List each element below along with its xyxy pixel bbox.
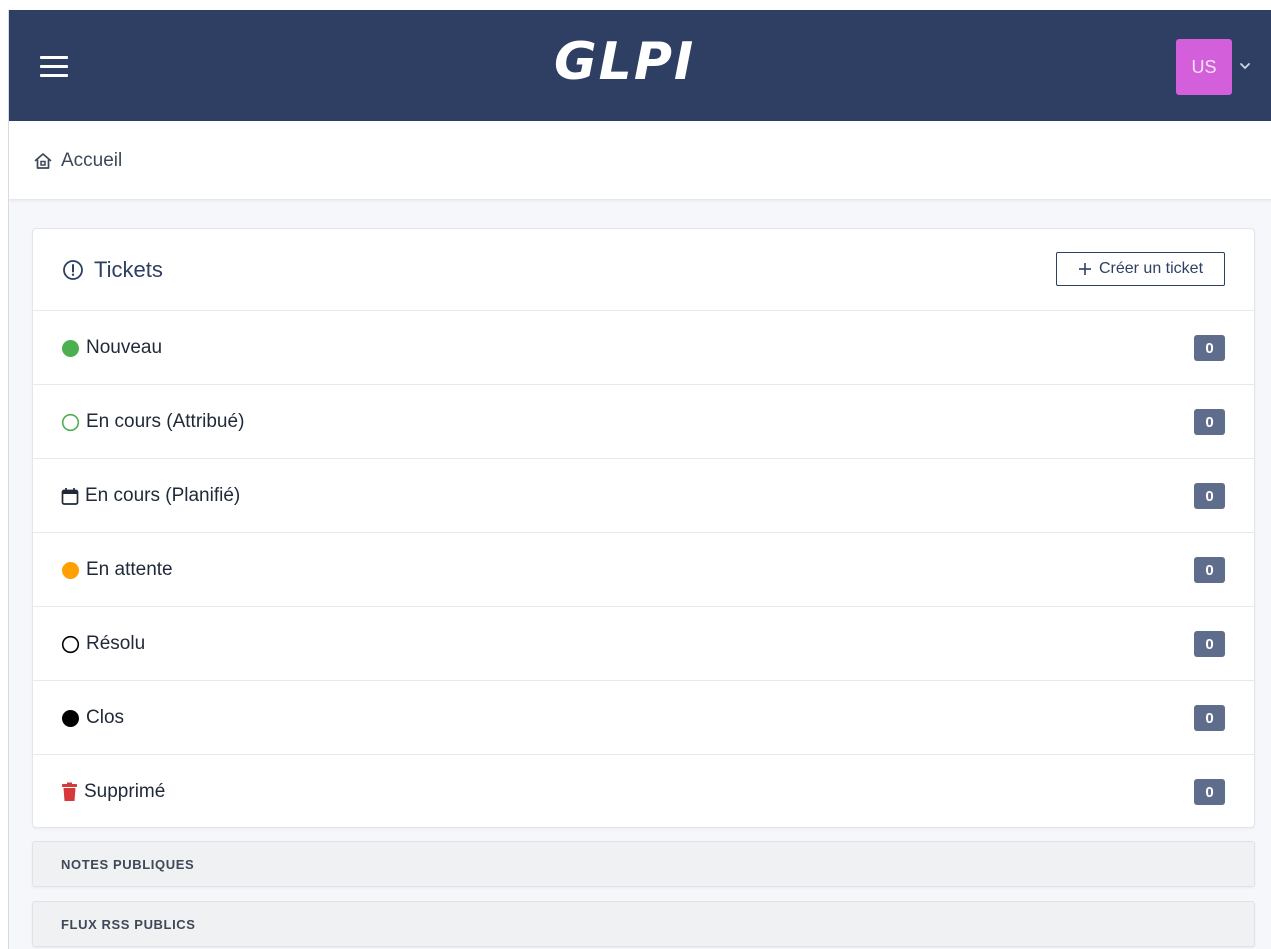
exclamation-circle-icon bbox=[63, 260, 83, 280]
status-count-badge: 0 bbox=[1194, 631, 1225, 657]
filled-black-circle-icon bbox=[62, 709, 79, 727]
status-count-badge: 0 bbox=[1194, 705, 1225, 731]
chevron-down-icon bbox=[1240, 63, 1250, 70]
public-rss-feeds-section[interactable]: FLUX RSS PUBLICS bbox=[32, 901, 1255, 947]
ticket-status-row-new[interactable]: Nouveau 0 bbox=[33, 311, 1254, 385]
status-count-badge: 0 bbox=[1194, 409, 1225, 435]
status-count-badge: 0 bbox=[1194, 557, 1225, 583]
ticket-status-row-pending[interactable]: En attente 0 bbox=[33, 533, 1254, 607]
status-label: Résolu bbox=[86, 633, 146, 654]
create-ticket-label: Créer un ticket bbox=[1098, 260, 1204, 277]
top-strip bbox=[0, 0, 1271, 10]
create-ticket-button[interactable]: Créer un ticket bbox=[1056, 252, 1225, 286]
filled-green-circle-icon bbox=[62, 339, 79, 357]
calendar-icon bbox=[61, 487, 79, 505]
ticket-status-row-solved[interactable]: Résolu 0 bbox=[33, 607, 1254, 681]
status-label: En cours (Attribué) bbox=[86, 411, 245, 432]
ticket-status-row-deleted[interactable]: Supprimé 0 bbox=[33, 755, 1254, 829]
filled-orange-circle-icon bbox=[62, 561, 79, 579]
home-icon bbox=[34, 153, 52, 169]
user-menu[interactable]: US bbox=[1176, 39, 1256, 95]
trash-icon bbox=[62, 782, 77, 801]
menu-toggle-button[interactable] bbox=[40, 54, 70, 80]
top-navbar: GLPI US bbox=[9, 10, 1271, 121]
ticket-status-row-closed[interactable]: Clos 0 bbox=[33, 681, 1254, 755]
tickets-card-header: Tickets Créer un ticket bbox=[33, 229, 1254, 311]
row-label-group: Nouveau bbox=[61, 335, 162, 361]
status-label: Supprimé bbox=[84, 781, 166, 802]
row-label-group: Résolu bbox=[61, 631, 145, 657]
hamburger-line bbox=[40, 65, 68, 68]
status-label: En attente bbox=[86, 559, 173, 580]
outline-green-circle-icon bbox=[61, 413, 80, 431]
outline-black-circle-icon bbox=[61, 635, 80, 653]
breadcrumb-home[interactable]: Accueil bbox=[33, 148, 122, 174]
row-label-group: En cours (Attribué) bbox=[61, 409, 244, 435]
avatar[interactable]: US bbox=[1176, 39, 1232, 95]
avatar-initials: US bbox=[1191, 56, 1217, 77]
plus-icon bbox=[1078, 263, 1091, 275]
row-label-group: Supprimé bbox=[61, 779, 165, 805]
app-frame: GLPI US Accueil Tickets Créer un ticket … bbox=[8, 10, 1271, 949]
status-label: En cours (Planifié) bbox=[85, 485, 241, 506]
tickets-title-text: Tickets bbox=[94, 257, 163, 282]
ticket-status-row-planned[interactable]: En cours (Planifié) 0 bbox=[33, 459, 1254, 533]
row-label-group: En attente bbox=[61, 557, 173, 583]
hamburger-line bbox=[40, 74, 68, 77]
logo-text: GLPI bbox=[554, 32, 696, 92]
public-notes-section[interactable]: NOTES PUBLIQUES bbox=[32, 841, 1255, 887]
status-count-badge: 0 bbox=[1194, 779, 1225, 805]
section-title: NOTES PUBLIQUES bbox=[61, 857, 195, 872]
row-label-group: En cours (Planifié) bbox=[61, 483, 240, 509]
status-count-badge: 0 bbox=[1194, 483, 1225, 509]
breadcrumb-bar: Accueil bbox=[9, 121, 1271, 200]
tickets-title: Tickets bbox=[62, 255, 163, 285]
ticket-status-row-assigned[interactable]: En cours (Attribué) 0 bbox=[33, 385, 1254, 459]
hamburger-line bbox=[40, 56, 68, 59]
status-count-badge: 0 bbox=[1194, 335, 1225, 361]
status-label: Clos bbox=[86, 707, 125, 728]
breadcrumb-label: Accueil bbox=[61, 150, 123, 171]
glpi-logo[interactable]: GLPI bbox=[554, 32, 704, 102]
row-label-group: Clos bbox=[61, 705, 124, 731]
section-title: FLUX RSS PUBLICS bbox=[61, 917, 196, 932]
tickets-card: Tickets Créer un ticket Nouveau 0 En cou… bbox=[32, 228, 1255, 828]
status-label: Nouveau bbox=[86, 337, 163, 358]
